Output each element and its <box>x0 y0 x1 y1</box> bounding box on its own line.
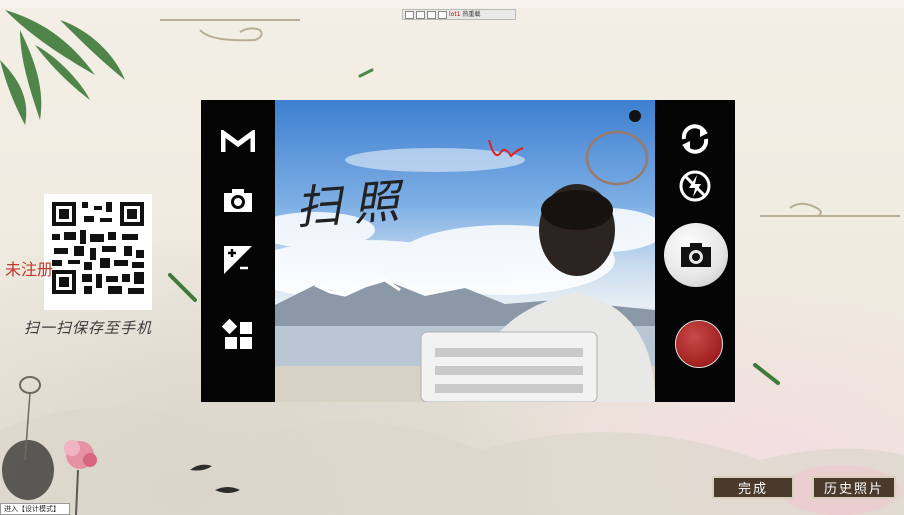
camera-view: 扫照 <box>201 100 735 402</box>
top-strip <box>0 0 904 8</box>
record-button[interactable] <box>675 320 723 368</box>
camera-preview[interactable]: 扫照 <box>275 100 655 402</box>
design-mode-status[interactable]: 进入【设计模式】 <box>0 503 70 515</box>
toolbar-hot-reload[interactable]: 热重载 <box>463 11 481 19</box>
preview-scene <box>275 110 655 402</box>
toolbar-button[interactable] <box>405 10 414 19</box>
shutter-camera-icon <box>678 239 714 271</box>
history-photos-button[interactable]: 历史照片 <box>812 476 896 499</box>
switch-camera-icon[interactable] <box>676 122 714 156</box>
toolbar-button[interactable] <box>438 10 447 19</box>
camera-left-bar <box>201 100 275 402</box>
qr-code <box>48 198 148 298</box>
flash-off-icon[interactable] <box>676 168 714 204</box>
gmail-icon[interactable] <box>220 128 256 156</box>
unregistered-watermark: 未注册 <box>5 260 54 279</box>
toolbar-counter: lot1 <box>449 10 461 18</box>
handwriting-annotation: 扫照 <box>293 173 413 235</box>
qr-caption: 扫一扫保存至手机 <box>24 319 153 337</box>
qr-code-card <box>44 194 152 310</box>
toolbar-button[interactable] <box>416 10 425 19</box>
done-button[interactable]: 完成 <box>712 476 794 499</box>
apps-icon[interactable] <box>220 318 256 352</box>
editor-toolbar: lot1 热重载 <box>402 9 516 20</box>
toolbar-button[interactable] <box>427 10 436 19</box>
exposure-icon[interactable] <box>220 244 256 276</box>
camera-icon[interactable] <box>220 186 256 216</box>
